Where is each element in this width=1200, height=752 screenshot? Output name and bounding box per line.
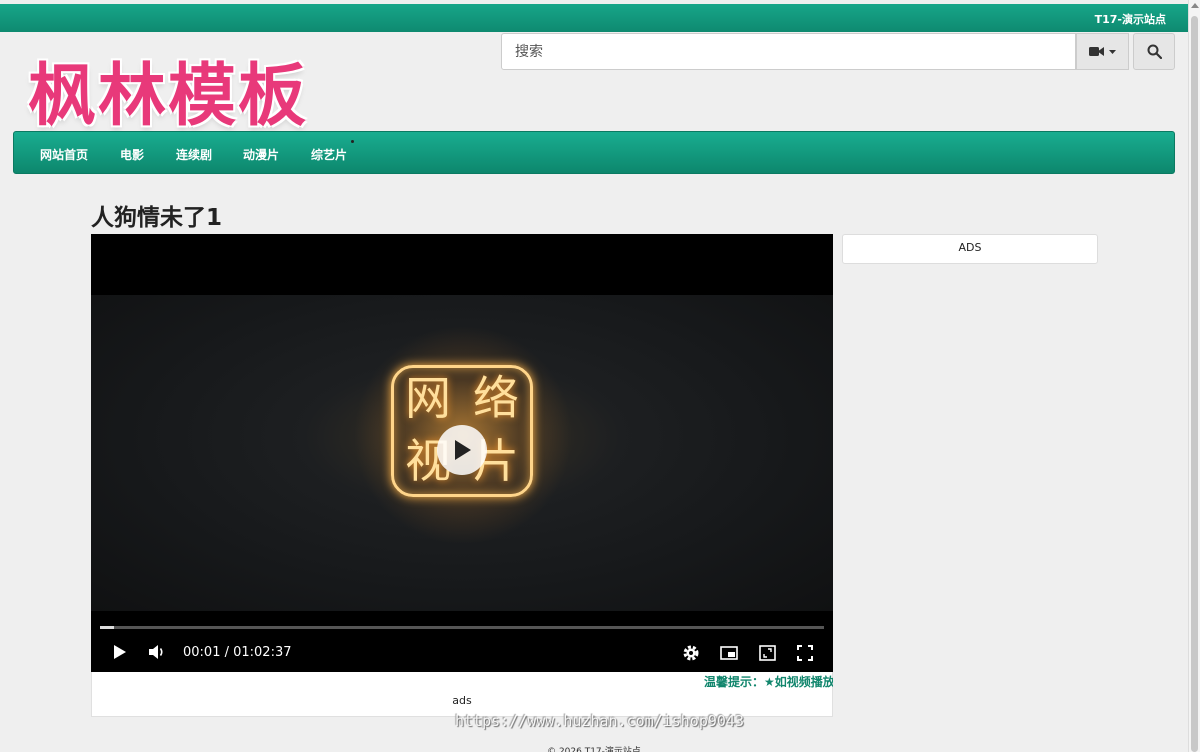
site-logo[interactable]: 枫林模板 [28, 40, 308, 139]
fullscreen-button[interactable] [795, 643, 815, 663]
webpage-fullscreen-button[interactable] [757, 643, 777, 663]
volume-icon [149, 645, 163, 659]
nav-item-variety[interactable]: 综艺片 [311, 146, 347, 163]
search-box[interactable] [501, 33, 1076, 70]
expand-icon [758, 645, 776, 661]
volume-button[interactable] [147, 643, 167, 661]
side-ad-box[interactable]: ADS [842, 234, 1098, 264]
seal-char: 络 [473, 371, 519, 425]
nav-indicator-dot [351, 140, 354, 143]
scroll-up-arrow-icon[interactable] [1191, 3, 1199, 8]
nav-item-home[interactable]: 网站首页 [40, 146, 88, 163]
nav-item-series[interactable]: 连续剧 [176, 146, 212, 163]
nav-item-anime[interactable]: 动漫片 [243, 146, 279, 163]
progress-fill [100, 626, 115, 629]
fullscreen-icon [797, 645, 813, 661]
nav-item-movies[interactable]: 电影 [120, 146, 144, 163]
pip-button[interactable] [719, 643, 739, 663]
caret-down-icon [1109, 49, 1116, 54]
search-icon [1147, 44, 1162, 59]
play-icon [114, 645, 126, 659]
progress-bar[interactable] [100, 626, 824, 629]
big-play-button[interactable] [437, 425, 487, 475]
category-dropdown-button[interactable] [1076, 33, 1129, 70]
video-frame[interactable]: 网 络 视 片 [91, 295, 833, 611]
gear-icon [683, 645, 699, 661]
picture-in-picture-icon [720, 646, 738, 660]
play-icon [455, 440, 471, 460]
footer-copyright: © 2026 T17-演示站点 [547, 747, 641, 752]
search-input[interactable] [502, 34, 1075, 69]
settings-button[interactable] [681, 643, 701, 663]
seal-char: 网 [405, 371, 451, 425]
playback-notice-marquee: 温馨提示：★如视频播放 [704, 675, 833, 689]
time-display: 00:01 / 01:02:37 [183, 645, 292, 660]
search-button[interactable] [1133, 33, 1175, 70]
video-camera-icon [1089, 47, 1104, 56]
scrollbar[interactable] [1188, 0, 1200, 752]
play-button[interactable] [111, 643, 129, 661]
site-name-link[interactable]: T17-演示站点 [1095, 11, 1166, 27]
bottom-ad-label: ads [452, 694, 472, 707]
main-nav: 网站首页 电影 连续剧 动漫片 综艺片 [13, 131, 1175, 174]
top-bar: T17-演示站点 [0, 4, 1188, 32]
watermark: https://www.huzhan.com/ishop9043 [455, 712, 744, 730]
video-title: 人狗情未了1 [91, 205, 223, 231]
video-player[interactable]: 网 络 视 片 00:01 / 01:02:37 [91, 234, 833, 672]
scrollbar-thumb[interactable] [1191, 16, 1198, 752]
